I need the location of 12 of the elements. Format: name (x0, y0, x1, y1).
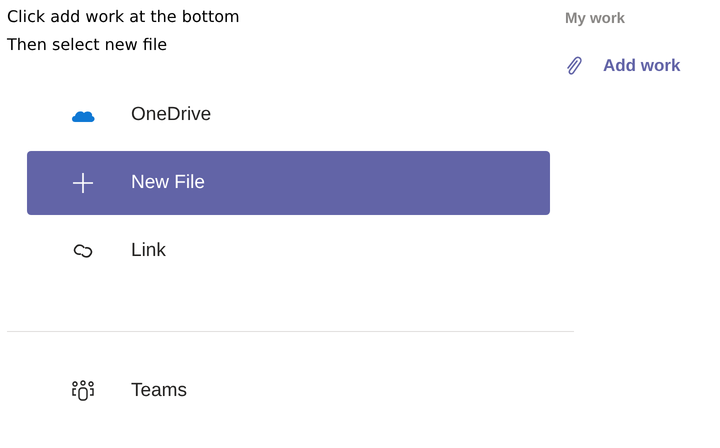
link-icon (72, 242, 94, 260)
instruction-text: Then select new file (7, 34, 168, 56)
menu-item[interactable]: Link (27, 219, 550, 283)
add-work-button[interactable]: Add work (565, 53, 680, 78)
menu-item[interactable]: Teams (27, 359, 550, 423)
instruction-text: Click add work at the bottom (7, 6, 240, 28)
section-title: My work (565, 9, 626, 29)
paperclip-icon (565, 54, 583, 77)
menu-item[interactable]: OneDrive (27, 83, 550, 147)
people-icon (71, 380, 95, 402)
menu-item[interactable]: New File (27, 151, 550, 215)
plus-icon (72, 172, 94, 194)
